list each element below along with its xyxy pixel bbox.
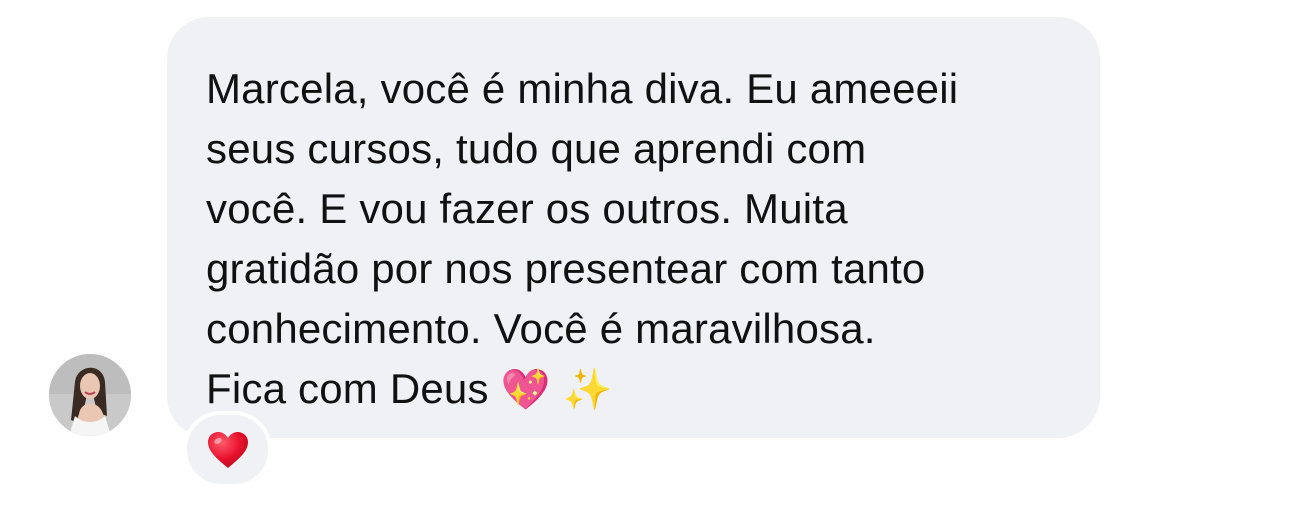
red-heart-icon xyxy=(207,431,248,468)
sparkling-heart-emoji: 💖 xyxy=(500,368,551,412)
avatar-photo xyxy=(49,354,131,436)
message-line: Fica com Deus xyxy=(206,365,489,412)
message-line: seus cursos, tudo que aprendi com xyxy=(206,125,867,172)
sparkles-emoji: ✨ xyxy=(562,368,613,412)
sender-avatar[interactable] xyxy=(49,354,131,436)
message-line: você. E vou fazer os outros. Muita xyxy=(206,185,848,232)
message-line: gratidão por nos presentear com tanto xyxy=(206,245,926,292)
message-text: Marcela, você é minha diva. Eu ameeeii s… xyxy=(206,59,1060,420)
message-line: Marcela, você é minha diva. Eu ameeeii xyxy=(206,65,959,112)
heart-reaction[interactable] xyxy=(183,411,272,488)
message-line: conhecimento. Você é maravilhosa. xyxy=(206,305,876,352)
message-bubble[interactable]: Marcela, você é minha diva. Eu ameeeii s… xyxy=(167,17,1100,438)
